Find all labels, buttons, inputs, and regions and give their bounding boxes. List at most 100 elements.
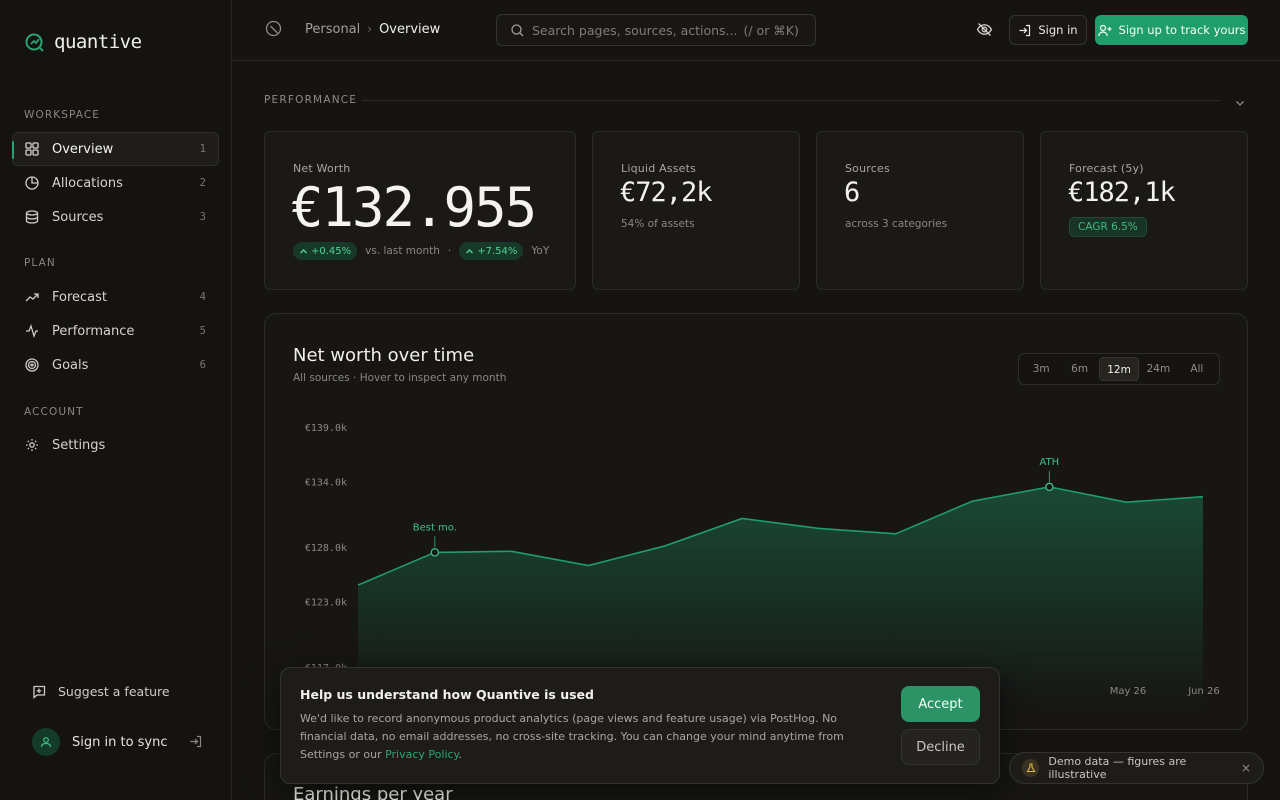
- brand-name: quantive: [54, 31, 142, 53]
- sidebar-item-shortcut: 5: [199, 325, 206, 337]
- sidebar-item-shortcut: 4: [199, 291, 206, 303]
- net-worth-value: €132.955: [291, 176, 537, 239]
- month-delta-label: vs. last month: [365, 245, 440, 257]
- grid-icon: [25, 142, 39, 156]
- sidebar-item-shortcut: 2: [199, 177, 206, 189]
- x-tick-label: Jun 26: [1187, 686, 1220, 697]
- year-delta-badge: +7.54%: [459, 242, 524, 260]
- sidebar: quantive WORKSPACE Overview 1 Allocation…: [0, 0, 232, 800]
- section-label-account: ACCOUNT: [24, 406, 84, 418]
- liquid-assets-card: Liquid Assets €72,2k 54% of assets: [592, 131, 800, 290]
- net-worth-deltas: +0.45% vs. last month · +7.54% YoY: [293, 242, 549, 260]
- annotation-marker: [430, 548, 440, 557]
- sidebar-item-shortcut: 3: [199, 211, 206, 223]
- range-12m[interactable]: 12m: [1098, 357, 1140, 381]
- section-label-workspace: WORKSPACE: [24, 109, 101, 121]
- sidebar-item-shortcut: 6: [199, 359, 206, 371]
- sidebar-item-sources[interactable]: Sources 3: [12, 200, 219, 234]
- sidebar-item-label: Allocations: [52, 175, 123, 191]
- sidebar-item-label: Goals: [52, 357, 89, 373]
- sign-in-label: Sign in: [1038, 23, 1078, 37]
- demo-data-toast: Demo data — figures are illustrative ×: [1009, 752, 1264, 784]
- sign-in-to-sync-button[interactable]: Sign in to sync: [32, 728, 202, 756]
- sidebar-item-forecast[interactable]: Forecast 4: [12, 280, 219, 314]
- accept-button[interactable]: Accept: [901, 686, 980, 722]
- y-tick-label: €123.0k: [305, 598, 347, 609]
- flask-icon: [1022, 759, 1040, 777]
- trending-up-icon: [25, 290, 39, 304]
- performance-section-label: PERFORMANCE: [264, 94, 358, 106]
- sidebar-item-goals[interactable]: Goals 6: [12, 348, 219, 382]
- delta-separator: ·: [447, 245, 452, 257]
- suggest-feature-button[interactable]: Suggest a feature: [32, 684, 170, 699]
- sidebar-item-shortcut: 1: [199, 143, 206, 155]
- chart-subtitle: All sources · Hover to inspect any month: [293, 372, 507, 384]
- search-icon: [511, 23, 524, 36]
- analytics-consent-banner: Help us understand how Quantive is used …: [280, 667, 1000, 784]
- user-icon: [40, 737, 52, 748]
- range-all[interactable]: All: [1178, 357, 1216, 381]
- section-label-plan: PLAN: [24, 257, 56, 269]
- y-tick-label: €139.0k: [305, 423, 347, 434]
- search-shortcut-hint: (/ or ⌘K): [743, 22, 799, 38]
- range-24m[interactable]: 24m: [1139, 357, 1177, 381]
- sources-sub: across 3 categories: [845, 218, 948, 230]
- consent-body: We'd like to record anonymous product an…: [300, 710, 880, 764]
- sidebar-item-label: Forecast: [52, 289, 108, 305]
- sidebar-item-performance[interactable]: Performance 5: [12, 314, 219, 348]
- sources-value: 6: [844, 177, 860, 208]
- cagr-badge: CAGR 6.5%: [1069, 217, 1147, 237]
- database-icon: [25, 210, 39, 224]
- x-tick-label: May 26: [1110, 686, 1147, 697]
- sign-up-button[interactable]: Sign up to track yours: [1095, 15, 1248, 45]
- user-plus-icon: [1097, 24, 1112, 36]
- log-in-icon: [1019, 24, 1031, 36]
- forecast-value: €182,1k: [1068, 177, 1176, 208]
- sign-in-arrow-icon: [189, 733, 202, 752]
- sources-label: Sources: [845, 162, 890, 175]
- search-placeholder: Search pages, sources, actions...: [532, 22, 738, 38]
- brand-logo[interactable]: quantive: [24, 31, 142, 53]
- sign-in-button[interactable]: Sign in: [1009, 15, 1087, 45]
- activity-icon: [25, 324, 39, 338]
- annotation-label: ATH: [1040, 457, 1060, 468]
- breadcrumb-parent[interactable]: Personal: [305, 22, 360, 37]
- net-worth-label: Net Worth: [293, 162, 351, 175]
- liquid-assets-label: Liquid Assets: [621, 162, 697, 175]
- forecast-card: Forecast (5y) €182,1k CAGR 6.5%: [1040, 131, 1248, 290]
- annotation-label: Best mo.: [413, 522, 457, 533]
- collapse-performance-button[interactable]: [1234, 94, 1246, 113]
- search-input[interactable]: Search pages, sources, actions... (/ or …: [496, 14, 816, 46]
- sidebar-item-label: Sources: [52, 209, 104, 225]
- range-3m[interactable]: 3m: [1022, 357, 1060, 381]
- annotation-marker: [1045, 482, 1054, 492]
- privacy-policy-link[interactable]: Privacy Policy: [385, 748, 458, 761]
- consent-text: We'd like to record anonymous product an…: [300, 712, 844, 761]
- top-bar: Personal › Overview Search pages, source…: [232, 0, 1280, 61]
- consent-title: Help us understand how Quantive is used: [300, 687, 594, 702]
- chart-title: Net worth over time: [293, 345, 475, 366]
- liquid-assets-sub: 54% of assets: [621, 218, 695, 230]
- year-delta-label: YoY: [531, 245, 550, 257]
- sidebar-item-allocations[interactable]: Allocations 2: [12, 166, 219, 200]
- gear-icon: [25, 438, 39, 452]
- forecast-label: Forecast (5y): [1069, 162, 1144, 175]
- target-icon: [25, 358, 39, 372]
- decline-button[interactable]: Decline: [901, 729, 980, 765]
- suggest-feature-label: Suggest a feature: [58, 684, 170, 699]
- close-icon[interactable]: ×: [1241, 761, 1251, 775]
- sidebar-item-label: Overview: [52, 141, 114, 157]
- month-delta-badge: +0.45%: [293, 242, 358, 260]
- liquid-assets-value: €72,2k: [620, 177, 713, 208]
- sidebar-item-settings[interactable]: Settings: [12, 428, 219, 462]
- breadcrumb-current: Overview: [379, 21, 441, 37]
- arrow-up-icon: [466, 248, 474, 253]
- hide-values-button[interactable]: [976, 21, 993, 42]
- earnings-title: Earnings per year: [293, 784, 453, 800]
- performance-divider: [362, 100, 1220, 101]
- range-selector: 3m 6m 12m 24m All: [1018, 353, 1220, 385]
- sidebar-item-overview[interactable]: Overview 1: [12, 132, 219, 166]
- pie-icon: [25, 176, 39, 190]
- range-6m[interactable]: 6m: [1060, 357, 1098, 381]
- y-tick-label: €134.0k: [305, 478, 347, 489]
